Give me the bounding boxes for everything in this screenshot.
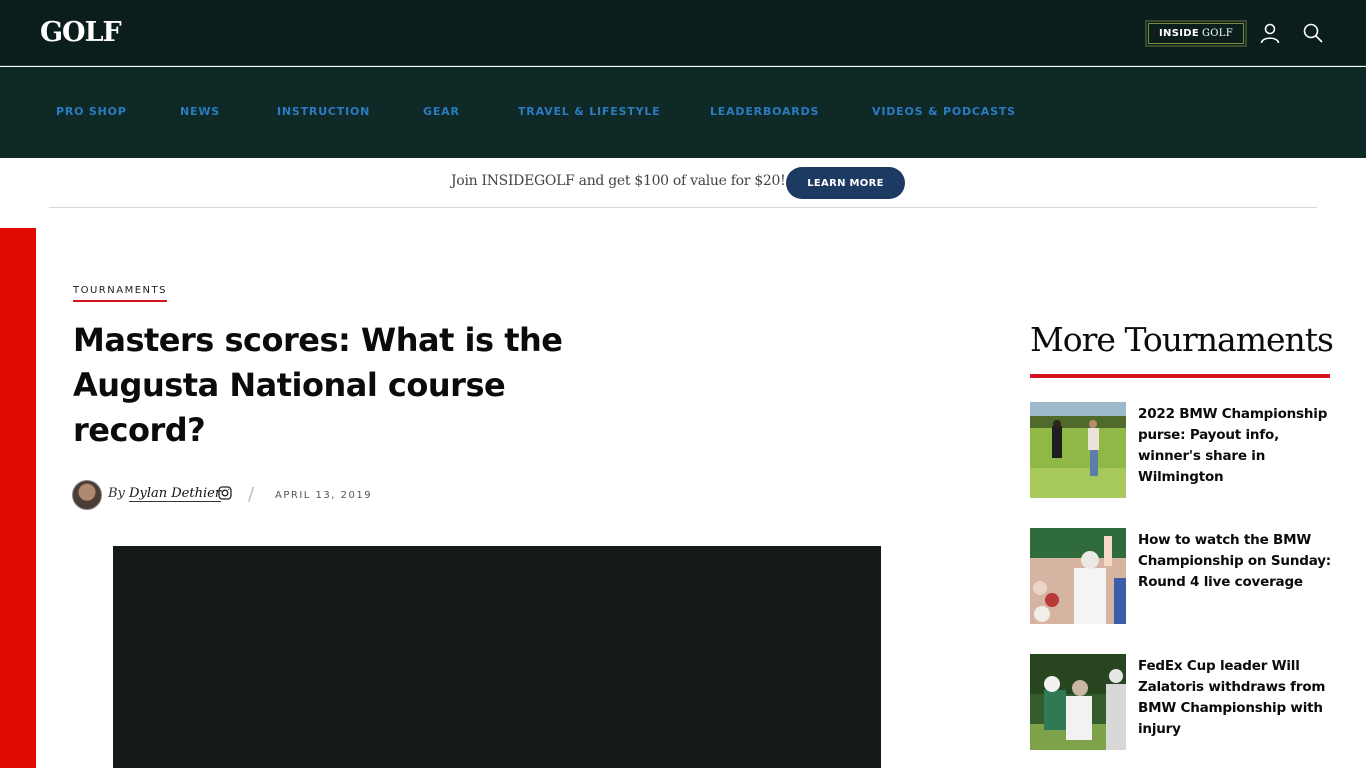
search-icon[interactable]	[1302, 22, 1324, 44]
story-title[interactable]: 2022 BMW Championship purse: Payout info…	[1138, 404, 1333, 488]
promo-text: Join INSIDEGOLF and get $100 of value fo…	[451, 173, 786, 189]
sidebar-story[interactable]: How to watch the BMW Championship on Sun…	[1030, 528, 1333, 624]
sidebar-story[interactable]: FedEx Cup leader Will Zalatoris withdraw…	[1030, 654, 1330, 750]
story-thumbnail[interactable]	[1030, 654, 1126, 750]
publish-date: APRIL 13, 2019	[275, 490, 373, 501]
inside-golf-button[interactable]: INSIDE GOLF	[1145, 20, 1247, 47]
author-avatar[interactable]	[72, 480, 102, 510]
user-icon[interactable]	[1258, 21, 1282, 45]
sidebar-title: More Tournaments	[1030, 320, 1334, 359]
main-nav: PRO SHOP NEWS INSTRUCTION GEAR TRAVEL & …	[0, 67, 1366, 158]
byline-text: By Dylan Dethier	[108, 486, 222, 502]
story-thumbnail[interactable]	[1030, 402, 1126, 498]
site-header: GOLF INSIDE GOLF	[0, 0, 1366, 66]
sidebar-title-rule	[1030, 374, 1330, 378]
by-prefix: By	[108, 486, 125, 501]
sidebar-story[interactable]: 2022 BMW Championship purse: Payout info…	[1030, 402, 1330, 498]
headline-line: Augusta National course	[73, 366, 506, 404]
inside-golf-label-thin: GOLF	[1201, 28, 1233, 39]
story-title[interactable]: FedEx Cup leader Will Zalatoris withdraw…	[1138, 656, 1333, 740]
story-title[interactable]: How to watch the BMW Championship on Sun…	[1138, 530, 1333, 593]
byline: By Dylan Dethier / APRIL 13, 2019	[72, 480, 392, 510]
instagram-icon[interactable]	[218, 486, 232, 500]
nav-item-leaderboards[interactable]: LEADERBOARDS	[710, 105, 819, 118]
inside-golf-button-inner: INSIDE GOLF	[1148, 23, 1244, 44]
hero-media[interactable]	[113, 546, 881, 768]
author-link[interactable]: Dylan Dethier	[129, 486, 222, 502]
byline-divider: /	[248, 484, 255, 505]
nav-item-instruction[interactable]: INSTRUCTION	[277, 105, 370, 118]
headline-line: Masters scores: What is the	[73, 321, 563, 359]
nav-item-videos-podcasts[interactable]: VIDEOS & PODCASTS	[872, 105, 1016, 118]
nav-item-gear[interactable]: GEAR	[423, 105, 460, 118]
headline-line: record?	[73, 411, 206, 449]
red-accent-bar	[0, 228, 36, 768]
nav-item-news[interactable]: NEWS	[180, 105, 220, 118]
category-link[interactable]: TOURNAMENTS	[73, 285, 167, 302]
article-headline: Masters scores: What is the Augusta Nati…	[73, 318, 653, 453]
golf-logo[interactable]: GOLF	[40, 17, 122, 48]
nav-item-pro-shop[interactable]: PRO SHOP	[56, 105, 127, 118]
learn-more-button[interactable]: LEARN MORE	[786, 167, 905, 199]
promo-banner: Join INSIDEGOLF and get $100 of value fo…	[49, 158, 1317, 208]
story-thumbnail[interactable]	[1030, 528, 1126, 624]
inside-golf-label-bold: INSIDE	[1159, 28, 1199, 39]
nav-item-travel-lifestyle[interactable]: TRAVEL & LIFESTYLE	[518, 105, 660, 118]
